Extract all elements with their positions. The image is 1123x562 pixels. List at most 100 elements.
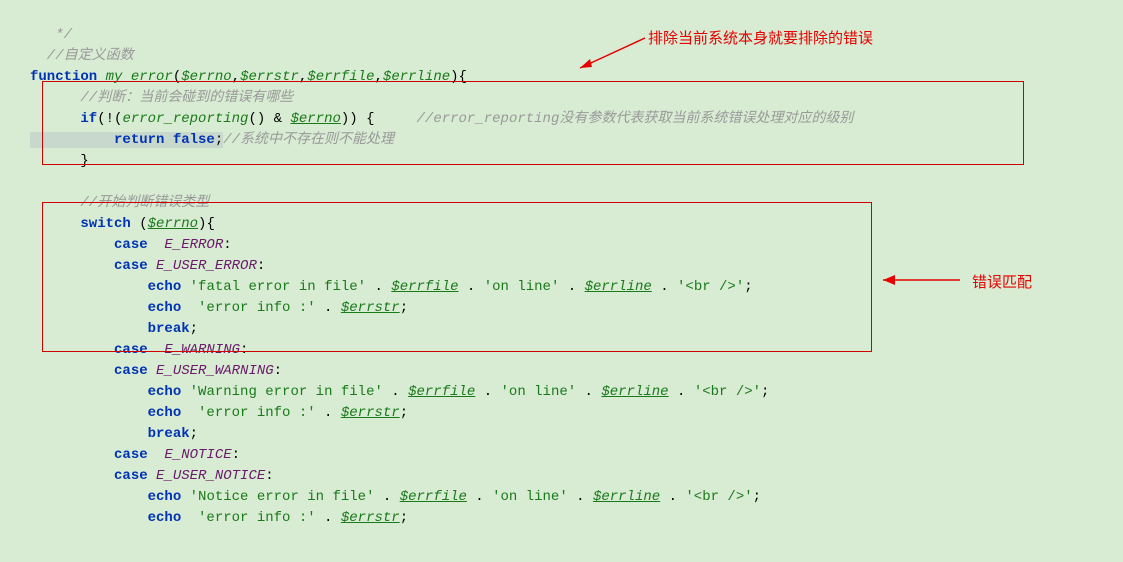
semi: ; [753,489,761,505]
kw-case: case [30,468,156,484]
fn-name: my_error [106,69,173,85]
param: $errno [181,69,231,85]
op: . [652,279,677,295]
kw-echo: echo [30,405,198,421]
str: '<br />' [685,489,752,505]
code-block: */ //自定义函数 function my_error($errno,$err… [0,0,1123,529]
kw-case: case [30,447,164,463]
paren: ( [173,69,181,85]
op: . [475,384,500,400]
code-line: */ [30,27,72,43]
semi: ; [400,405,408,421]
str: 'Warning error in file' [190,384,392,400]
var: $errstr [341,405,400,421]
op: () & [248,111,290,127]
str: '<br />' [694,384,761,400]
var: $errno [148,216,198,232]
const: E_USER_ERROR [156,258,257,274]
const: E_ERROR [164,237,223,253]
var: $errfile [400,489,467,505]
kw-case: case [30,258,156,274]
op: . [669,384,694,400]
brace: ){ [198,216,215,232]
comment-line: //开始判断错误类型 [30,195,209,211]
kw-echo: echo [30,279,190,295]
var: $errline [585,279,652,295]
var: $errstr [341,510,400,526]
colon: : [257,258,265,274]
op: . [559,279,584,295]
colon: : [232,447,240,463]
str: 'Notice error in file' [190,489,383,505]
op: . [316,510,341,526]
colon: : [240,342,248,358]
kw-echo: echo [30,510,198,526]
semi: ; [400,300,408,316]
op: . [374,279,391,295]
comment-prefix: // [30,48,64,64]
kw-case: case [30,237,164,253]
op: . [660,489,685,505]
comment-line: //判断：当前会碰到的错误有哪些 [30,90,293,106]
brace: ){ [450,69,467,85]
kw-return: return false [30,132,215,148]
op: . [383,489,400,505]
const: E_NOTICE [164,447,231,463]
str: 'error info :' [198,300,316,316]
str: 'on line' [492,489,568,505]
semi: ; [761,384,769,400]
str: 'fatal error in file' [190,279,375,295]
op: . [467,489,492,505]
op: . [316,300,341,316]
kw-function: function [30,69,106,85]
var: $errno [290,111,340,127]
comment-inline: //error_reporting没有参数代表获取当前系统错误处理对应的级别 [375,111,854,127]
annotation-exclude: 排除当前系统本身就要排除的错误 [648,28,873,51]
kw-echo: echo [30,384,190,400]
const: E_USER_NOTICE [156,468,265,484]
colon: : [274,363,282,379]
op: . [391,384,408,400]
brace: } [30,153,89,169]
var: $errline [601,384,668,400]
param: $errfile [307,69,374,85]
var: $errfile [391,279,458,295]
const: E_WARNING [164,342,240,358]
var: $errstr [341,300,400,316]
comment-text: 自定义函数 [64,48,134,64]
kw-echo: echo [30,489,190,505]
kw-echo: echo [30,300,198,316]
blank [30,174,38,190]
kw-case: case [30,363,156,379]
kw-if: if [30,111,97,127]
fn-call: error_reporting [122,111,248,127]
param: $errstr [240,69,299,85]
str: 'on line' [484,279,560,295]
kw-break: break [30,426,190,442]
op: . [316,405,341,421]
comment-inline: //系统中不存在则不能处理 [223,132,394,148]
kw-case: case [30,342,164,358]
paren: ( [139,216,147,232]
semi: ; [190,426,198,442]
op: . [459,279,484,295]
str: 'on line' [501,384,577,400]
var: $errfile [408,384,475,400]
kw-switch: switch [30,216,139,232]
colon: : [265,468,273,484]
semi: ; [400,510,408,526]
str: 'error info :' [198,405,316,421]
op: . [576,384,601,400]
kw-break: break [30,321,190,337]
brace: )) { [341,111,375,127]
op: . [568,489,593,505]
param: $errline [383,69,450,85]
semi: ; [744,279,752,295]
str: '<br />' [677,279,744,295]
paren: (!( [97,111,122,127]
str: 'error info :' [198,510,316,526]
var: $errline [593,489,660,505]
const: E_USER_WARNING [156,363,274,379]
colon: : [223,237,231,253]
semi: ; [215,132,223,148]
